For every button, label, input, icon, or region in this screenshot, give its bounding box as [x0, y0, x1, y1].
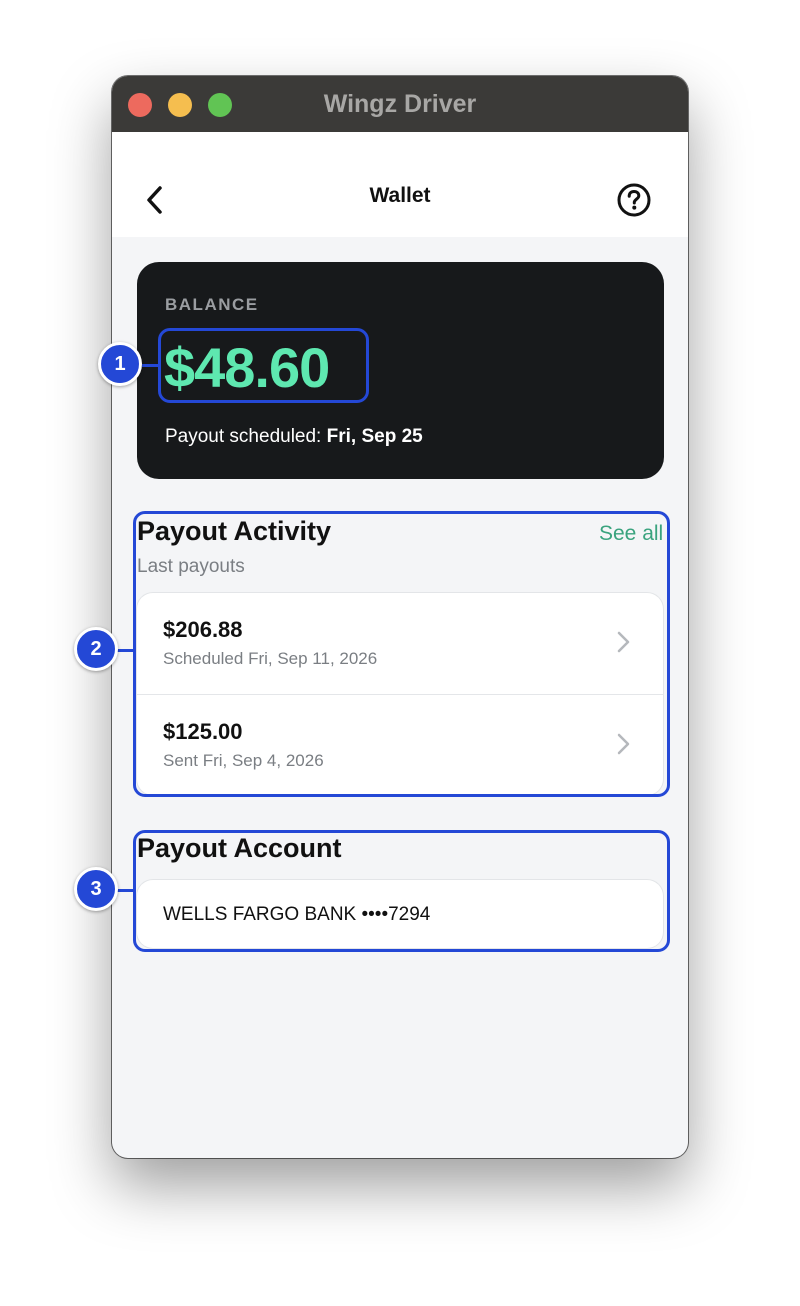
annotation-marker-3: 3	[74, 867, 118, 911]
title-bar: Wingz Driver	[112, 76, 688, 132]
highlight-box-balance	[158, 328, 369, 403]
payout-scheduled-date: Fri, Sep 25	[326, 426, 423, 447]
annotation-connector	[117, 889, 135, 892]
page-title: Wallet	[369, 184, 431, 207]
payout-scheduled-text: Payout scheduled: Fri, Sep 25	[165, 426, 423, 448]
highlight-box-payout-account	[133, 830, 670, 952]
balance-label: BALANCE	[165, 295, 259, 314]
annotation-marker-1: 1	[98, 342, 142, 386]
annotation-marker-2: 2	[74, 627, 118, 671]
payout-scheduled-label: Payout scheduled:	[165, 426, 322, 447]
help-button[interactable]	[616, 182, 652, 218]
annotation-connector	[142, 364, 160, 367]
navigation-bar: Wallet	[112, 132, 688, 237]
window-title: Wingz Driver	[323, 90, 477, 118]
highlight-box-payout-activity	[133, 511, 670, 797]
annotation-connector	[117, 649, 135, 652]
question-circle-icon	[617, 183, 651, 217]
